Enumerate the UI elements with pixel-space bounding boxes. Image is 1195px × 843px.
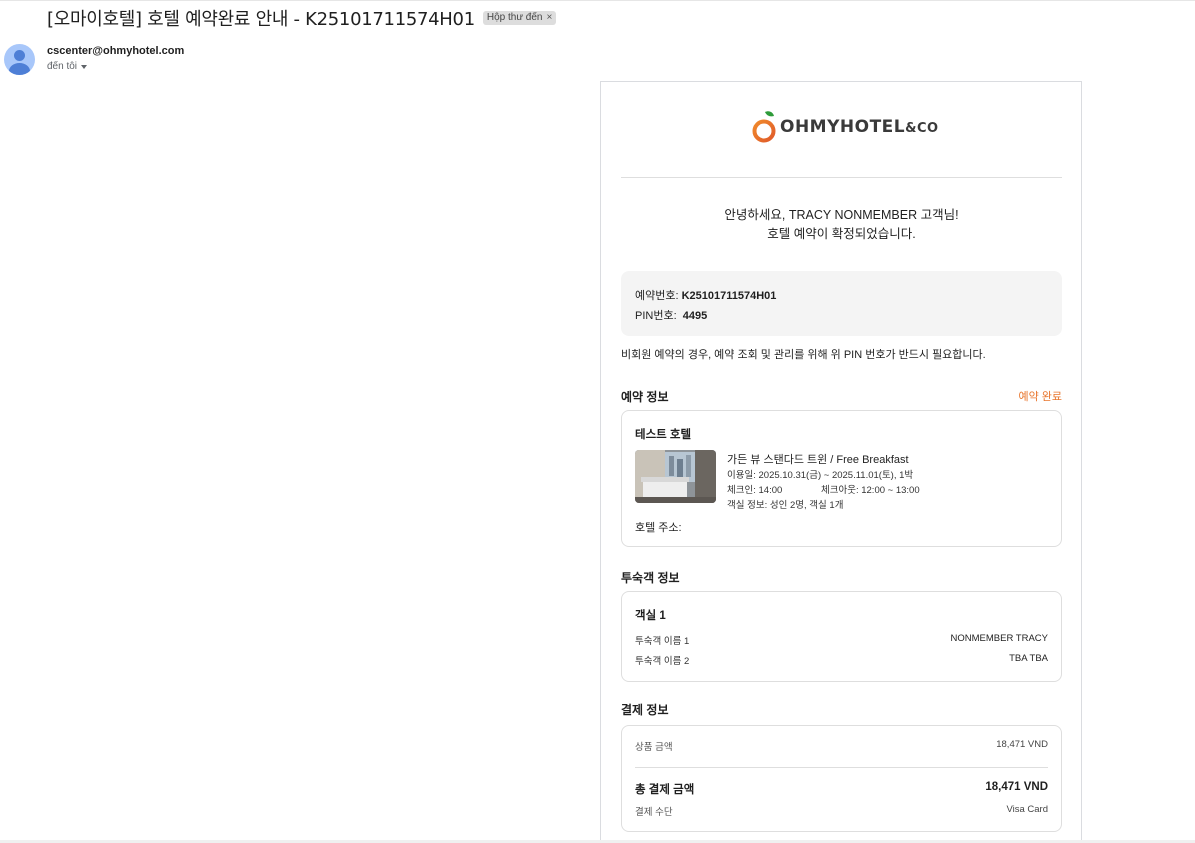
booking-number-line: 예약번호: K25101711574H01 — [635, 287, 776, 303]
email-body-card: OHMYHOTEL&CO 안녕하세요, TRACY NONMEMBER 고객님!… — [600, 81, 1082, 843]
room-occupancy: 객실 정보: 성인 2명, 객실 1개 — [727, 500, 844, 511]
guest-name-2-label: 투숙객 이름 2 — [635, 656, 690, 667]
checkout-time: 체크아웃: 12:00 ~ 13:00 — [821, 485, 920, 496]
payment-divider — [635, 767, 1048, 768]
hotel-name: 테스트 호텔 — [635, 429, 692, 441]
reservation-status: 예약 완료 — [1018, 391, 1062, 403]
greeting-line-2: 호텔 예약이 확정되었습니다. — [767, 227, 916, 241]
sender-avatar[interactable] — [4, 44, 35, 75]
total-price-value: 18,471 VND — [985, 781, 1048, 793]
booking-number-box: 예약번호: K25101711574H01 PIN번호: 4495 — [621, 271, 1062, 336]
guest-name-1-label: 투숙객 이름 1 — [635, 636, 690, 647]
payment-method-label: 결제 수단 — [635, 807, 673, 818]
pin-note: 비회원 예약의 경우, 예약 조회 및 관리를 위해 위 PIN 번호가 반드시… — [621, 349, 986, 361]
chevron-down-icon — [81, 65, 88, 69]
guest-section-title: 투숙객 정보 — [621, 571, 680, 585]
avatar-head-shape — [14, 50, 25, 61]
logo-wordmark-suffix: &CO — [905, 121, 939, 136]
top-border — [0, 0, 1195, 1]
hotel-room-image — [635, 450, 716, 503]
room-title: 가든 뷰 스탠다드 트윈 / Free Breakfast — [727, 454, 909, 466]
logo-wordmark: OHMYHOTEL&CO — [780, 117, 939, 137]
remove-label-icon[interactable]: × — [546, 12, 552, 23]
email-subject-row: [오마이호텔] 호텔 예약완료 안내 - K25101711574H01 Hộp… — [47, 5, 557, 31]
greeting-line-1: 안녕하세요, TRACY NONMEMBER 고객님! — [724, 208, 959, 222]
reservation-section-title: 예약 정보 — [621, 390, 669, 404]
booking-number-value: K25101711574H01 — [681, 290, 777, 302]
recipient-details-toggle[interactable]: đến tôi — [47, 61, 88, 72]
payment-method-value: Visa Card — [1006, 804, 1048, 815]
pin-value: 4495 — [682, 310, 708, 322]
reservation-box: 테스트 호텔 가든 뷰 스탠다드 트윈 / Free Breakfast 이용일… — [621, 410, 1062, 547]
payment-box: 상품 금액 18,471 VND 총 결제 금액 18,471 VND 결제 수… — [621, 725, 1062, 832]
sender-email[interactable]: cscenter@ohmyhotel.com — [47, 45, 184, 57]
orange-logo-icon — [752, 111, 776, 143]
stay-dates: 이용일: 2025.10.31(금) ~ 2025.11.01(토), 1박 — [727, 470, 914, 481]
hotel-address-label: 호텔 주소: — [635, 522, 682, 534]
payment-section-title: 결제 정보 — [621, 703, 669, 717]
pin-line: PIN번호: 4495 — [635, 307, 707, 323]
guest-room-label: 객실 1 — [635, 610, 666, 622]
avatar-body-shape — [9, 63, 30, 75]
product-price-value: 18,471 VND — [996, 739, 1048, 750]
email-subject: [오마이호텔] 호텔 예약완료 안내 - K25101711574H01 — [47, 9, 475, 30]
greeting: 안녕하세요, TRACY NONMEMBER 고객님! 호텔 예약이 확정되었습… — [621, 206, 1062, 244]
checkin-time: 체크인: 14:00 — [727, 485, 783, 496]
guest-name-2-value: TBA TBA — [1009, 653, 1048, 664]
product-price-label: 상품 금액 — [635, 742, 673, 753]
inbox-label-text: Hộp thư đến — [486, 12, 543, 23]
recipient-label: đến tôi — [47, 61, 78, 72]
inbox-label-chip[interactable]: Hộp thư đến × — [482, 11, 557, 25]
header-divider — [621, 177, 1062, 178]
guest-box: 객실 1 투숙객 이름 1 NONMEMBER TRACY 투숙객 이름 2 T… — [621, 591, 1062, 682]
booking-number-label: 예약번호: — [635, 290, 679, 302]
logo-wordmark-main: OHMYHOTEL — [780, 117, 906, 137]
ohmyhotel-logo[interactable]: OHMYHOTEL&CO — [752, 110, 939, 144]
pin-label: PIN번호: — [635, 310, 677, 322]
guest-name-1-value: NONMEMBER TRACY — [950, 633, 1048, 644]
total-price-label: 총 결제 금액 — [635, 784, 695, 796]
room-photo-illustration — [635, 450, 716, 503]
